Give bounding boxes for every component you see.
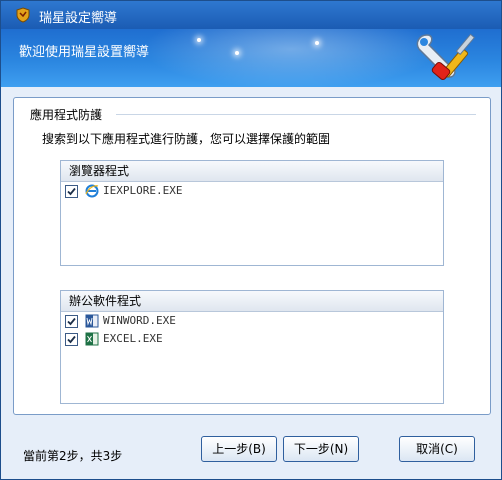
tools-icon (416, 33, 476, 81)
browser-programs-group: 瀏覽器程式 IEXPLORE.EXE (60, 160, 444, 266)
iexplore-checkbox[interactable] (65, 185, 78, 198)
title-bar[interactable]: 瑞星設定嚮導 (1, 1, 501, 29)
next-button-label: 下一步(N) (293, 442, 349, 456)
section-divider (116, 114, 476, 115)
excel-icon (85, 332, 99, 346)
excel-checkbox[interactable] (65, 333, 78, 346)
excel-label: EXCEL.EXE (103, 332, 163, 345)
list-item-iexplore[interactable]: IEXPLORE.EXE (61, 184, 443, 200)
setup-wizard-window: 瑞星設定嚮導 歡迎使用瑞星設置嚮導 應用程式防護 搜索到以下應用程式進行防護，您… (0, 0, 502, 480)
cancel-button-label: 取消(C) (416, 442, 458, 456)
ie-icon (85, 184, 99, 198)
next-button[interactable]: 下一步(N) (283, 436, 359, 462)
previous-button-label: 上一步(B) (212, 442, 266, 456)
section-title: 應用程式防護 (30, 108, 103, 122)
winword-label: WINWORD.EXE (103, 314, 176, 327)
window-title: 瑞星設定嚮導 (39, 11, 118, 26)
iexplore-label: IEXPLORE.EXE (103, 184, 183, 197)
browser-group-header: 瀏覽器程式 (61, 161, 443, 182)
previous-button[interactable]: 上一步(B) (201, 436, 277, 462)
list-item-excel[interactable]: EXCEL.EXE (61, 332, 443, 348)
section-description: 搜索到以下應用程式進行防護，您可以選擇保護的範圍 (42, 132, 331, 146)
content-panel: 應用程式防護 搜索到以下應用程式進行防護，您可以選擇保護的範圍 瀏覽器程式 IE… (13, 97, 491, 415)
list-item-winword[interactable]: WINWORD.EXE (61, 314, 443, 330)
office-group-header: 辦公軟件程式 (61, 291, 443, 312)
winword-checkbox[interactable] (65, 315, 78, 328)
header-text: 歡迎使用瑞星設置嚮導 (19, 45, 150, 60)
wizard-header: 歡迎使用瑞星設置嚮導 (1, 29, 501, 87)
check-icon (67, 335, 76, 344)
office-programs-group: 辦公軟件程式 WINWORD.EXE EXCEL.EXE (60, 290, 444, 404)
cancel-button[interactable]: 取消(C) (399, 436, 475, 462)
sparkle-decoration (197, 38, 201, 42)
shield-app-icon (16, 7, 30, 23)
sparkle-decoration (315, 41, 319, 45)
word-icon (85, 314, 99, 328)
step-status: 當前第2步，共3步 (23, 449, 123, 463)
sparkle-decoration (235, 51, 239, 55)
check-icon (67, 317, 76, 326)
check-icon (67, 187, 76, 196)
